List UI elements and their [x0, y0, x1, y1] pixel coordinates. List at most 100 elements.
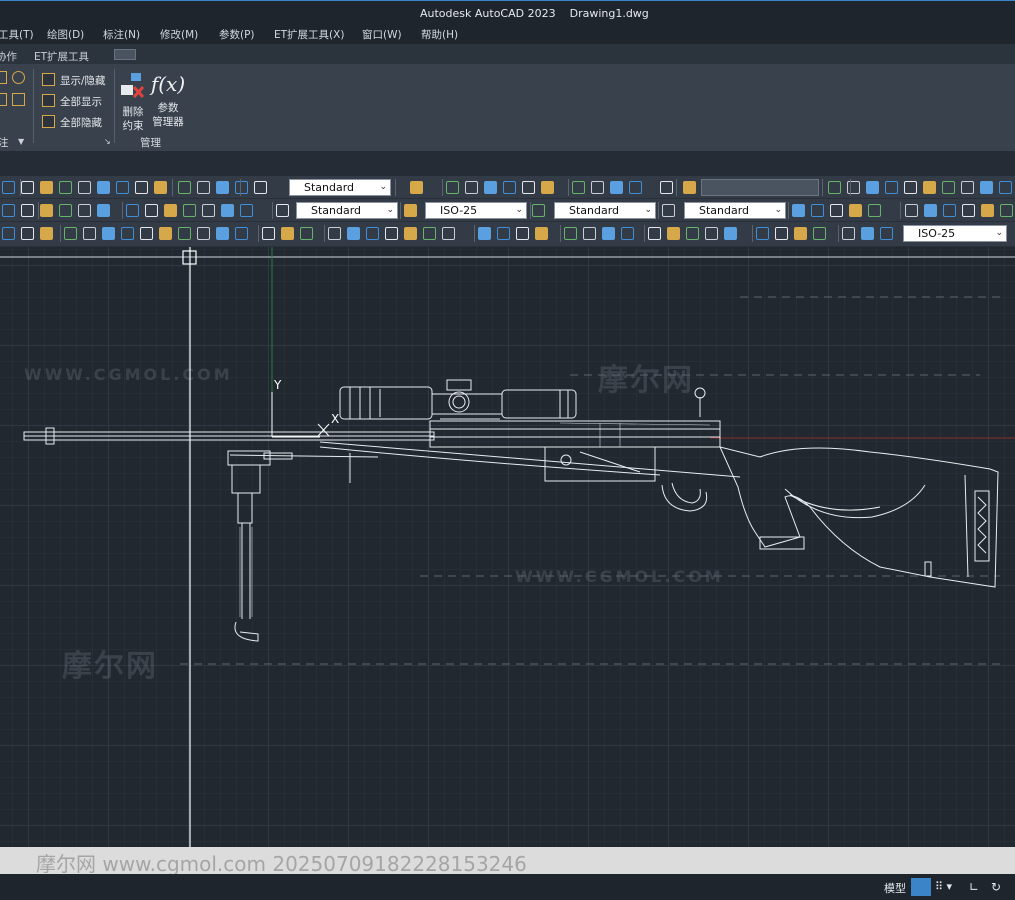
toolbar-tool-icon[interactable] [40, 227, 53, 240]
layer-combo[interactable] [701, 179, 819, 196]
toolbar-tool-icon[interactable] [813, 227, 826, 240]
toolbar-tool-icon[interactable] [478, 227, 491, 240]
ortho-icon[interactable]: ∟ [969, 878, 989, 896]
toolbar-tool-icon[interactable] [240, 204, 253, 217]
toolbar-tool-icon[interactable] [178, 227, 191, 240]
toolbar-tool-icon[interactable] [328, 227, 341, 240]
toolbar-tool-icon[interactable] [583, 227, 596, 240]
toolbar-tool-icon[interactable] [216, 227, 229, 240]
toolbar-tool-icon[interactable] [40, 181, 53, 194]
toolbar-tool-icon[interactable] [64, 227, 77, 240]
toolbar-tool-icon[interactable] [686, 227, 699, 240]
toolbar-tool-icon[interactable] [961, 181, 974, 194]
text-style-combo[interactable]: Standard ⌄ [289, 179, 391, 196]
toolbar-tool-icon[interactable] [366, 227, 379, 240]
toolbar-tool-icon[interactable] [59, 181, 72, 194]
menu-parametric[interactable]: 参数(P) [219, 27, 255, 42]
toolbar-tool-icon[interactable] [885, 181, 898, 194]
dim-style-combo[interactable]: ISO-25 ⌄ [425, 202, 527, 219]
toolbar-tool-icon[interactable] [300, 227, 313, 240]
toolbar-tool-icon[interactable] [262, 227, 275, 240]
toolbar-tool-icon[interactable] [847, 181, 860, 194]
annotation-tool-icon[interactable] [0, 71, 7, 84]
tab-et-tools[interactable]: ET扩展工具 [34, 49, 89, 64]
toolbar-tool-icon[interactable] [254, 181, 267, 194]
parameters-manager-button[interactable]: f(x) 参数 管理器 [150, 69, 186, 129]
panel-expand-icon[interactable]: ↘ [104, 137, 111, 146]
toolbar-tool-icon[interactable] [116, 181, 129, 194]
toolbar-tool-icon[interactable] [842, 227, 855, 240]
toolbar-tool-icon[interactable] [621, 227, 634, 240]
toolbar-tool-icon[interactable] [145, 204, 158, 217]
table-style-combo[interactable]: Standard ⌄ [554, 202, 656, 219]
toolbar-tool-icon[interactable] [83, 227, 96, 240]
toolbar-tool-icon[interactable] [281, 227, 294, 240]
toolbar-tool-icon[interactable] [21, 204, 34, 217]
menu-tools[interactable]: 工具(T) [0, 27, 34, 42]
toolbar-tool-icon[interactable] [532, 204, 545, 217]
toolbar-tool-icon[interactable] [197, 181, 210, 194]
menu-draw[interactable]: 绘图(D) [47, 27, 84, 42]
toolbar-tool-icon[interactable] [943, 204, 956, 217]
toolbar-tool-icon[interactable] [541, 181, 554, 194]
toolbar-tool-icon[interactable] [154, 181, 167, 194]
annotation-panel-label[interactable]: 注 [0, 135, 9, 150]
toolbar-tool-icon[interactable] [792, 204, 805, 217]
toolbar-tool-icon[interactable] [1000, 204, 1013, 217]
toolbar-tool-icon[interactable] [404, 204, 417, 217]
toolbar-tool-icon[interactable] [811, 204, 824, 217]
toolbar-tool-icon[interactable] [276, 204, 289, 217]
text-style-combo-2[interactable]: Standard ⌄ [296, 202, 398, 219]
command-line[interactable]: 摩尔网 www.cgmol.com 20250709182228153246 [0, 847, 1015, 874]
tab-collaborate[interactable]: 协作 [0, 49, 17, 64]
toolbar-tool-icon[interactable] [197, 227, 210, 240]
toolbar-tool-icon[interactable] [235, 227, 248, 240]
toolbar-tool-icon[interactable] [102, 227, 115, 240]
annotation-tool-icon[interactable] [12, 71, 25, 84]
toolbar-tool-icon[interactable] [216, 181, 229, 194]
toolbar-tool-icon[interactable] [385, 227, 398, 240]
toolbar-tool-icon[interactable] [980, 181, 993, 194]
toolbar-tool-icon[interactable] [21, 181, 34, 194]
toolbar-tool-icon[interactable] [610, 181, 623, 194]
toolbar-tool-icon[interactable] [484, 181, 497, 194]
model-tab[interactable]: 模型 [884, 880, 906, 896]
toolbar-tool-icon[interactable] [794, 227, 807, 240]
toolbar-tool-icon[interactable] [164, 204, 177, 217]
toolbar-tool-icon[interactable] [140, 227, 153, 240]
toolbar-tool-icon[interactable] [21, 227, 34, 240]
toolbar-tool-icon[interactable] [662, 204, 675, 217]
menu-et-tools[interactable]: ET扩展工具(X) [274, 27, 344, 42]
toolbar-tool-icon[interactable] [78, 204, 91, 217]
toolbar-tool-icon[interactable] [591, 181, 604, 194]
ribbon-options-icon[interactable] [114, 49, 136, 60]
toolbar-tool-icon[interactable] [178, 181, 191, 194]
polar-tracking-icon[interactable]: ↻ [991, 878, 1011, 896]
toolbar-tool-icon[interactable] [78, 181, 91, 194]
toolbar-tool-icon[interactable] [516, 227, 529, 240]
toolbar-tool-icon[interactable] [423, 227, 436, 240]
toolbar-tool-icon[interactable] [880, 227, 893, 240]
toolbar-tool-icon[interactable] [648, 227, 661, 240]
toolbar-tool-icon[interactable] [828, 181, 841, 194]
toolbar-tool-icon[interactable] [465, 181, 478, 194]
toolbar-tool-icon[interactable] [535, 227, 548, 240]
menu-dimension[interactable]: 标注(N) [103, 27, 140, 42]
toolbar-tool-icon[interactable] [962, 204, 975, 217]
toolbar-tool-icon[interactable] [121, 227, 134, 240]
toolbar-tool-icon[interactable] [404, 227, 417, 240]
toolbar-tool-icon[interactable] [924, 204, 937, 217]
toolbar-tool-icon[interactable] [2, 181, 15, 194]
toolbar-tool-icon[interactable] [410, 181, 423, 194]
toolbar-tool-icon[interactable] [904, 181, 917, 194]
toolbar-tool-icon[interactable] [159, 227, 172, 240]
panel-dropdown-icon[interactable]: ▼ [18, 137, 24, 146]
toolbar-tool-icon[interactable] [97, 181, 110, 194]
toolbar-tool-icon[interactable] [135, 181, 148, 194]
mleader-style-combo[interactable]: Standard ⌄ [684, 202, 786, 219]
snap-mode-icon[interactable]: ⠿ ▾ [935, 878, 963, 896]
toolbar-tool-icon[interactable] [999, 181, 1012, 194]
toolbar-tool-icon[interactable] [97, 204, 110, 217]
toolbar-tool-icon[interactable] [905, 204, 918, 217]
toolbar-tool-icon[interactable] [861, 227, 874, 240]
